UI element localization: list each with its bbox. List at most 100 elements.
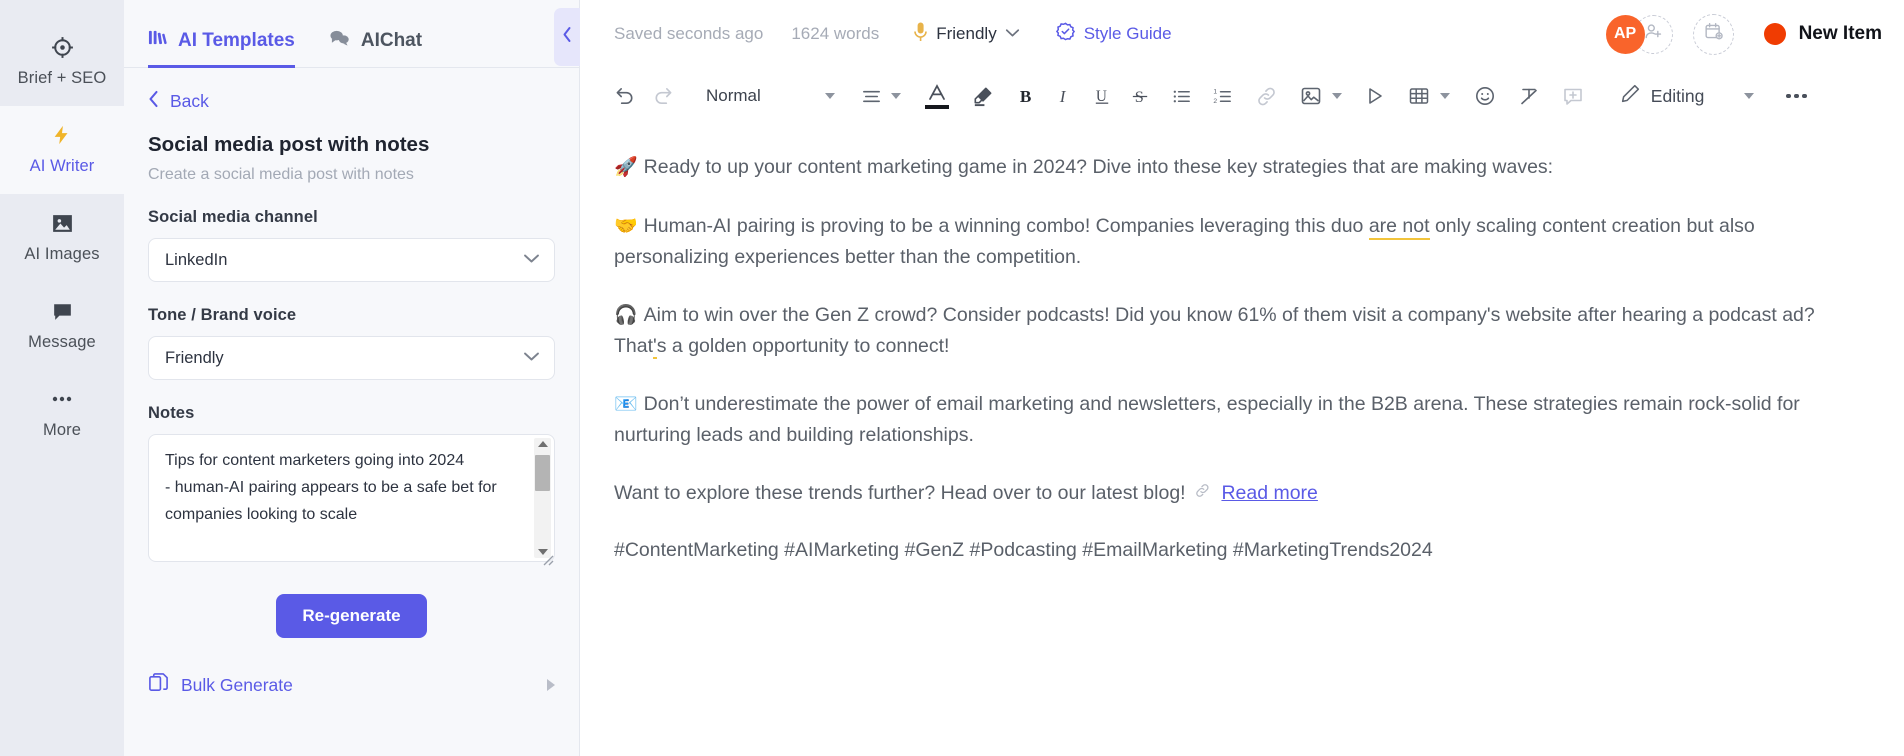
editing-mode-selector[interactable]: Editing <box>1620 83 1705 109</box>
play-icon[interactable] <box>1364 85 1386 107</box>
align-icon[interactable] <box>861 86 882 107</box>
voice-selector[interactable]: Friendly <box>913 21 1019 48</box>
highlighter-icon[interactable] <box>971 85 994 108</box>
table-icon[interactable] <box>1408 85 1430 107</box>
select-social-channel[interactable]: LinkedIn <box>148 238 555 282</box>
target-icon <box>50 34 75 60</box>
block-style-selector[interactable]: Normal <box>700 86 767 106</box>
emoji-icon[interactable] <box>1474 85 1496 107</box>
collapse-panel-button[interactable] <box>554 8 580 66</box>
tab-ai-templates[interactable]: AI Templates <box>148 28 295 68</box>
link-icon <box>1189 482 1217 504</box>
rocket-emoji: 🚀 <box>614 157 638 178</box>
chevron-left-icon <box>148 90 159 113</box>
rail-item-brief-seo[interactable]: Brief + SEO <box>0 18 124 106</box>
select-value-social-channel: LinkedIn <box>165 250 228 269</box>
add-comment-icon[interactable] <box>1562 85 1584 107</box>
microphone-icon <box>913 21 928 48</box>
strikethrough-button[interactable]: S <box>1130 86 1151 107</box>
new-item-button[interactable]: New Item <box>1763 23 1882 45</box>
paragraph-2-text-pre: Human-AI pairing is proving to be a winn… <box>643 214 1369 237</box>
select-value-tone-voice: Friendly <box>165 348 224 367</box>
rail-label-message: Message <box>28 333 96 351</box>
svg-text:2: 2 <box>1213 98 1217 105</box>
rail-item-message[interactable]: Message <box>0 282 124 370</box>
tab-label-aichat: AIChat <box>360 29 423 51</box>
select-tone-voice[interactable]: Friendly <box>148 336 555 380</box>
editing-chevron-down-icon[interactable] <box>1744 93 1755 99</box>
document-body[interactable]: 🚀 Ready to up your content marketing game… <box>580 124 1904 756</box>
link-icon[interactable] <box>1255 85 1278 108</box>
check-badge-icon <box>1055 22 1075 46</box>
regenerate-row: Re-generate <box>124 567 579 638</box>
rail-label-ai-writer: AI Writer <box>29 157 95 175</box>
align-chevron-down-icon[interactable] <box>890 93 901 99</box>
chevron-down-icon <box>1005 25 1020 43</box>
editing-mode-label: Editing <box>1650 85 1705 106</box>
textarea-resize-handle[interactable] <box>538 550 554 566</box>
style-guide-button[interactable]: Style Guide <box>1055 22 1172 46</box>
chevron-down-icon <box>523 349 540 367</box>
notes-scrollbar[interactable] <box>534 438 551 558</box>
paragraph-3: 🎧 Aim to win over the Gen Z crowd? Consid… <box>614 300 1842 362</box>
rail-label-ai-images: AI Images <box>24 245 100 263</box>
back-button[interactable]: Back <box>124 68 579 113</box>
cta-paragraph: Want to explore these trends further? He… <box>614 478 1842 509</box>
svg-text:S: S <box>1135 88 1144 106</box>
chat-bubble-icon <box>50 298 75 324</box>
tab-aichat[interactable]: AIChat <box>329 28 422 68</box>
paragraph-2: 🤝 Human-AI pairing is proving to be a win… <box>614 211 1842 273</box>
expand-arrow-icon[interactable] <box>547 679 555 691</box>
headphones-emoji: 🎧 <box>614 304 638 326</box>
templates-grid-icon <box>148 28 167 53</box>
redo-icon[interactable] <box>651 85 674 108</box>
underline-button[interactable]: U <box>1092 86 1113 107</box>
editor-topbar: Saved seconds ago 1624 words Friendly St… <box>580 0 1904 68</box>
read-more-link[interactable]: Read more <box>1221 482 1317 504</box>
email-emoji: 📧 <box>614 393 638 415</box>
ellipsis-icon <box>50 386 74 412</box>
rail-item-more[interactable]: More <box>0 370 124 458</box>
notes-input[interactable] <box>148 434 555 562</box>
paragraph-1: 🚀 Ready to up your content marketing game… <box>614 152 1842 184</box>
label-tone-voice: Tone / Brand voice <box>148 306 297 324</box>
style-guide-label: Style Guide <box>1083 24 1172 43</box>
image-chevron-down-icon[interactable] <box>1331 93 1342 99</box>
paragraph-3-text-post: s a golden opportunity to connect! <box>656 335 950 357</box>
italic-button[interactable]: I <box>1054 86 1075 107</box>
back-label: Back <box>170 91 209 111</box>
table-chevron-down-icon[interactable] <box>1439 93 1450 99</box>
clear-formatting-icon[interactable] <box>1518 85 1540 107</box>
bulk-generate-row[interactable]: Bulk Generate <box>124 638 579 698</box>
image-icon[interactable] <box>1300 85 1322 107</box>
grammar-suggestion-are-not[interactable]: are not <box>1368 214 1430 240</box>
avatar[interactable]: AP <box>1605 14 1645 54</box>
svg-text:1: 1 <box>1213 88 1217 95</box>
numbered-list-icon[interactable]: 1 2 <box>1212 86 1233 107</box>
scroll-thumb[interactable] <box>535 455 550 491</box>
font-color-swatch <box>924 105 949 109</box>
bold-button[interactable]: B <box>1016 86 1037 107</box>
svg-text:U: U <box>1096 87 1107 104</box>
label-social-channel: Social media channel <box>148 208 318 226</box>
more-horizontal-icon[interactable] <box>1786 93 1807 99</box>
scroll-up-arrow-icon[interactable] <box>537 441 548 447</box>
rail-item-ai-writer[interactable]: AI Writer <box>0 106 124 194</box>
template-panel: AI Templates AIChat Back Social media po… <box>124 0 580 756</box>
new-item-label: New Item <box>1798 23 1882 44</box>
image-icon <box>50 210 75 236</box>
template-title: Social media post with notes <box>148 133 430 156</box>
block-style-chevron-down-icon[interactable] <box>824 93 835 99</box>
paragraph-4-text: Don’t underestimate the power of email m… <box>614 392 1800 447</box>
editor-main: Saved seconds ago 1624 words Friendly St… <box>580 0 1904 756</box>
bullet-list-icon[interactable] <box>1171 86 1192 107</box>
voice-name: Friendly <box>936 24 997 43</box>
schedule-button[interactable] <box>1692 13 1734 55</box>
paragraph-4: 📧 Don’t underestimate the power of email … <box>614 389 1842 451</box>
font-color-icon[interactable] <box>924 83 949 109</box>
paragraph-1-text: Ready to up your content marketing game … <box>643 156 1554 178</box>
rail-item-ai-images[interactable]: AI Images <box>0 194 124 282</box>
undo-icon[interactable] <box>614 85 637 108</box>
regenerate-button[interactable]: Re-generate <box>276 594 427 638</box>
collaborators-group: AP <box>1605 14 1673 54</box>
